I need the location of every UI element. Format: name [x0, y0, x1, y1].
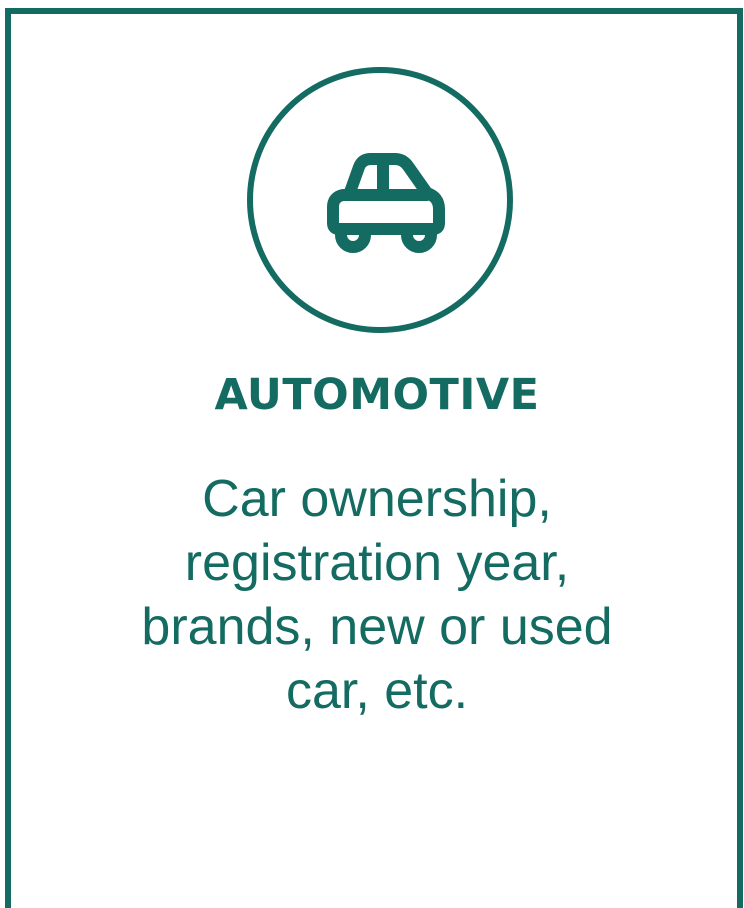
- car-icon: [327, 153, 445, 253]
- category-card: AUTOMOTIVE Car ownership, registration y…: [5, 8, 743, 908]
- card-title: AUTOMOTIVE: [214, 370, 540, 420]
- icon-circle: [247, 67, 513, 333]
- card-description: Car ownership, registration year, brands…: [141, 470, 613, 720]
